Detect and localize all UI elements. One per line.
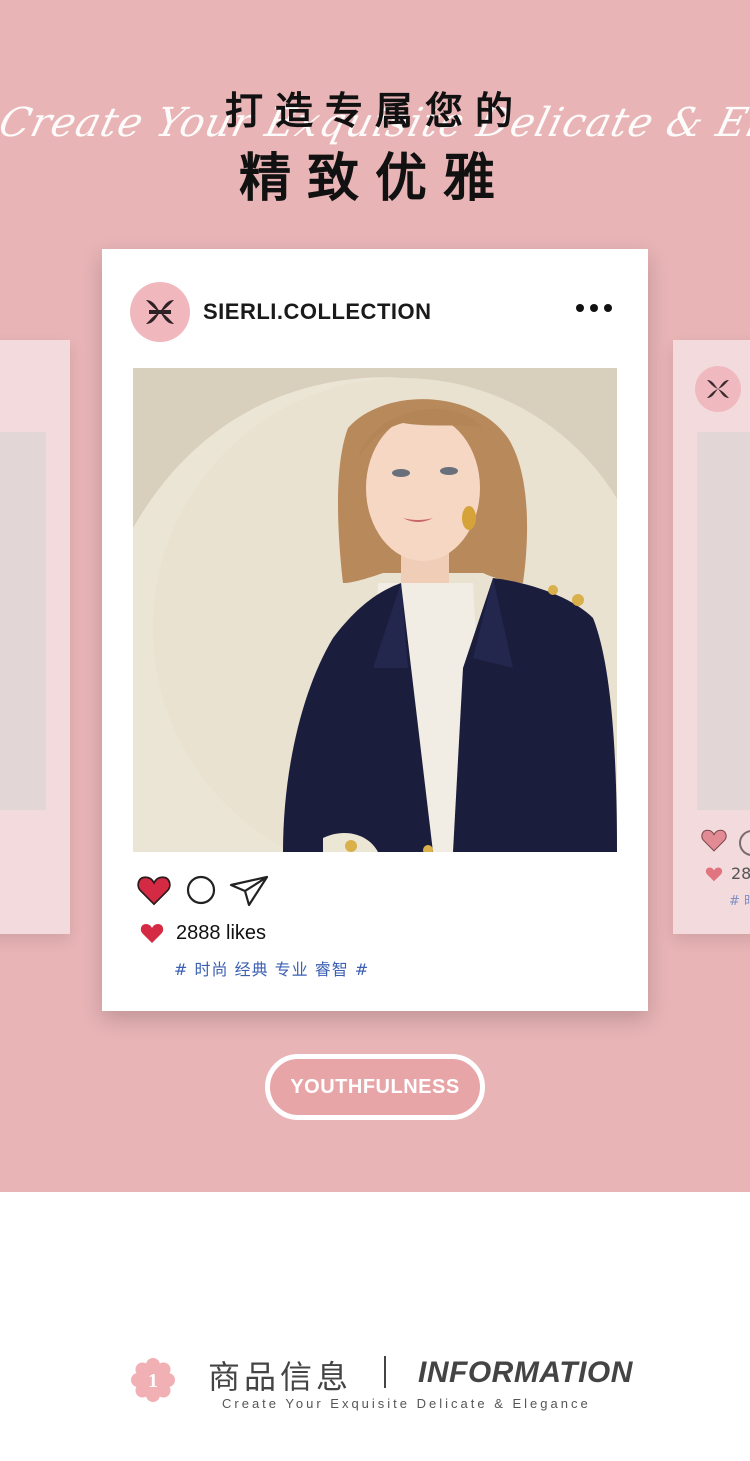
likes-count: 2888 likes (176, 922, 267, 944)
more-options-icon[interactable] (576, 304, 612, 312)
like-heart-icon[interactable] (137, 874, 171, 906)
hero-title-line1: 打造专属您的 (224, 89, 525, 133)
heart-small-icon (140, 924, 164, 943)
heart-small-icon (705, 867, 723, 882)
section-number: 1 (148, 1370, 158, 1392)
flower-number-badge-icon: 1 (131, 1358, 175, 1402)
avatar[interactable] (130, 282, 190, 342)
side-post-card-right[interactable]: 28 # 时 (673, 340, 750, 934)
account-handle[interactable]: SIERLI.COLLECTION (203, 299, 432, 325)
section-divider (384, 1356, 386, 1388)
brand-logo-icon (146, 300, 174, 324)
heart-icon[interactable] (701, 828, 727, 852)
side-post-card-left[interactable] (0, 340, 70, 934)
side-tags-text: # 时 (729, 894, 750, 909)
side-post-photo (0, 432, 46, 810)
section-title-cn: 商品信息 (208, 1358, 353, 1396)
side-likes-text: 28 (731, 864, 750, 883)
hashtags[interactable]: # 时尚 经典 专业 睿智 # (174, 956, 369, 980)
side-post-photo (697, 432, 750, 810)
section-subtitle: Create Your Exquisite Delicate & Eleganc… (222, 1396, 591, 1411)
share-icon[interactable] (229, 875, 269, 907)
post-photo (133, 368, 617, 852)
hero-section: Create Your Exquisite Delicate & Eleganc… (0, 0, 750, 1192)
section-title-en: INFORMATION (418, 1356, 633, 1389)
comment-icon[interactable] (186, 875, 216, 905)
youthfulness-button[interactable]: YOUTHFULNESS (265, 1054, 485, 1120)
brand-logo-icon (695, 366, 741, 412)
hero-title-line2: 精致优雅 (238, 149, 511, 209)
post-card: SIERLI.COLLECTION 2888 likes # 时尚 经典 专业 … (102, 249, 648, 1011)
comment-icon[interactable] (739, 830, 750, 856)
